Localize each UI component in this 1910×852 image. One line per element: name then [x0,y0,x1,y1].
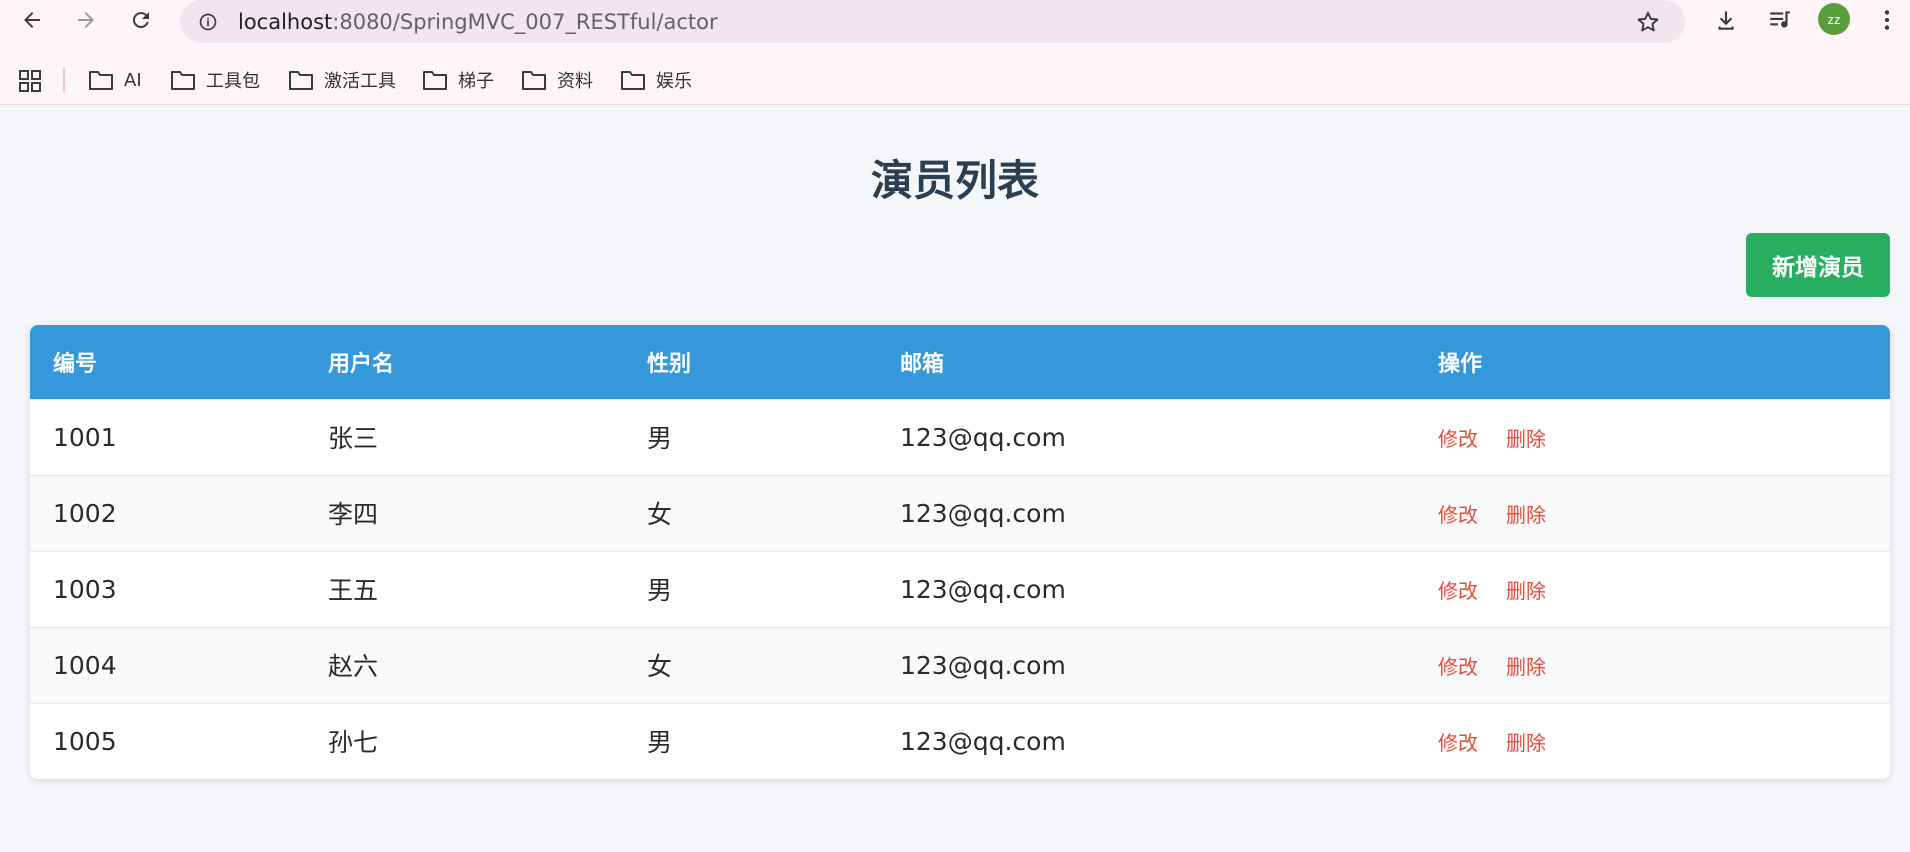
cell-username: 孙七 [328,728,379,758]
cell-email: 123@qq.com [900,574,1066,604]
column-header-username: 用户名 [328,351,395,377]
url-host: localhost [238,9,333,34]
bookmark-star-icon[interactable] [1633,7,1663,37]
page-content: 演员列表 新增演员 编号 用户名 性别 邮箱 操作 1001 张三 男 123@… [0,105,1910,852]
bookmark-label: AI [124,69,142,91]
page-title: 演员列表 [870,156,1039,205]
delete-link[interactable]: 删除 [1506,427,1546,451]
cell-username: 李四 [328,500,379,529]
bookmarks-divider [63,68,65,92]
cell-gender: 女 [647,500,673,529]
bookmark-label: 娱乐 [656,71,692,92]
reload-icon[interactable] [124,3,158,37]
delete-link[interactable]: 删除 [1506,655,1546,679]
cell-email: 123@qq.com [900,498,1066,528]
bookmark-label: 梯子 [458,71,494,92]
folder-icon [89,71,113,90]
edit-link[interactable]: 修改 [1438,731,1478,755]
cell-actions: 修改 删除 [1415,475,1890,551]
table-row: 1001 张三 男 123@qq.com 修改 删除 [30,399,1890,475]
address-bar[interactable]: localhost:8080/SpringMVC_007_RESTful/act… [180,0,1685,43]
column-header-id: 编号 [53,351,98,377]
bookmark-label: 资料 [557,71,593,92]
edit-link[interactable]: 修改 [1438,579,1478,603]
back-arrow-icon[interactable] [15,3,49,37]
browser-toolbar: localhost:8080/SpringMVC_007_RESTful/act… [0,0,1910,55]
folder-icon [423,71,447,90]
folder-icon [621,71,645,90]
cell-actions: 修改 删除 [1415,399,1890,475]
bookmark-label: 工具包 [206,71,260,92]
actor-table: 编号 用户名 性别 邮箱 操作 1001 张三 男 123@qq.com 修改删… [30,325,1890,779]
table-header-row: 编号 用户名 性别 邮箱 操作 [30,325,1890,399]
cell-email: 123@qq.com [900,726,1066,756]
cell-gender: 男 [647,728,673,758]
folder-icon [171,71,195,90]
delete-link[interactable]: 删除 [1506,503,1546,527]
column-header-actions: 操作 [1438,351,1483,377]
url-path: :8080/SpringMVC_007_RESTful/actor [332,9,718,34]
cell-username: 王五 [328,576,379,605]
bookmark-folder-materials[interactable]: 资料 [521,65,593,95]
download-icon[interactable] [1709,3,1743,37]
edit-link[interactable]: 修改 [1438,503,1478,527]
bookmark-folder-entertainment[interactable]: 娱乐 [620,65,692,95]
cell-id: 1005 [53,726,117,756]
site-info-icon[interactable] [190,4,226,40]
table-row: 1004 赵六 女 123@qq.com 修改 删除 [30,627,1890,703]
cell-username: 张三 [328,424,379,453]
column-header-email: 邮箱 [900,351,945,377]
table-row: 1002 李四 女 123@qq.com 修改 删除 [30,475,1890,551]
delete-link[interactable]: 删除 [1506,579,1546,603]
bookmark-folder-ai[interactable]: AI [88,65,142,95]
bookmark-label: 激活工具 [324,71,396,92]
cell-email: 123@qq.com [900,422,1066,452]
cell-actions: 修改 删除 [1415,551,1890,627]
cell-actions: 修改 删除 [1415,627,1890,703]
url-text[interactable]: localhost:8080/SpringMVC_007_RESTful/act… [238,10,718,34]
media-control-icon[interactable] [1763,3,1797,37]
cell-id: 1002 [53,498,117,528]
folder-icon [289,71,313,90]
cell-id: 1004 [53,650,117,680]
forward-arrow-icon[interactable] [69,3,103,37]
bookmark-folder-ladder[interactable]: 梯子 [422,65,494,95]
apps-grid-icon[interactable] [18,69,42,93]
more-menu-icon[interactable] [1870,3,1904,37]
table-row: 1005 孙七 男 123@qq.com 修改 删除 [30,703,1890,779]
table-row: 1003 王五 男 123@qq.com 修改 删除 [30,551,1890,627]
cell-gender: 男 [647,424,673,453]
cell-id: 1003 [53,574,117,604]
cell-actions: 修改 删除 [1415,703,1890,779]
cell-email: 123@qq.com [900,650,1066,680]
column-header-gender: 性别 [647,351,692,377]
delete-link[interactable]: 删除 [1506,731,1546,755]
cell-gender: 男 [647,576,673,605]
cell-id: 1001 [53,422,117,452]
bookmark-folder-activation[interactable]: 激活工具 [288,65,396,95]
folder-icon [522,71,546,90]
profile-avatar[interactable]: zz [1818,3,1850,35]
edit-link[interactable]: 修改 [1438,427,1478,451]
edit-link[interactable]: 修改 [1438,655,1478,679]
cell-username: 赵六 [328,652,379,681]
bookmarks-bar: AI 工具包 激活工具 梯子 资料 娱乐 [0,55,1910,105]
add-actor-button[interactable]: 新增演员 [1746,233,1890,297]
cell-gender: 女 [647,652,673,681]
bookmark-folder-toolkit[interactable]: 工具包 [170,65,260,95]
